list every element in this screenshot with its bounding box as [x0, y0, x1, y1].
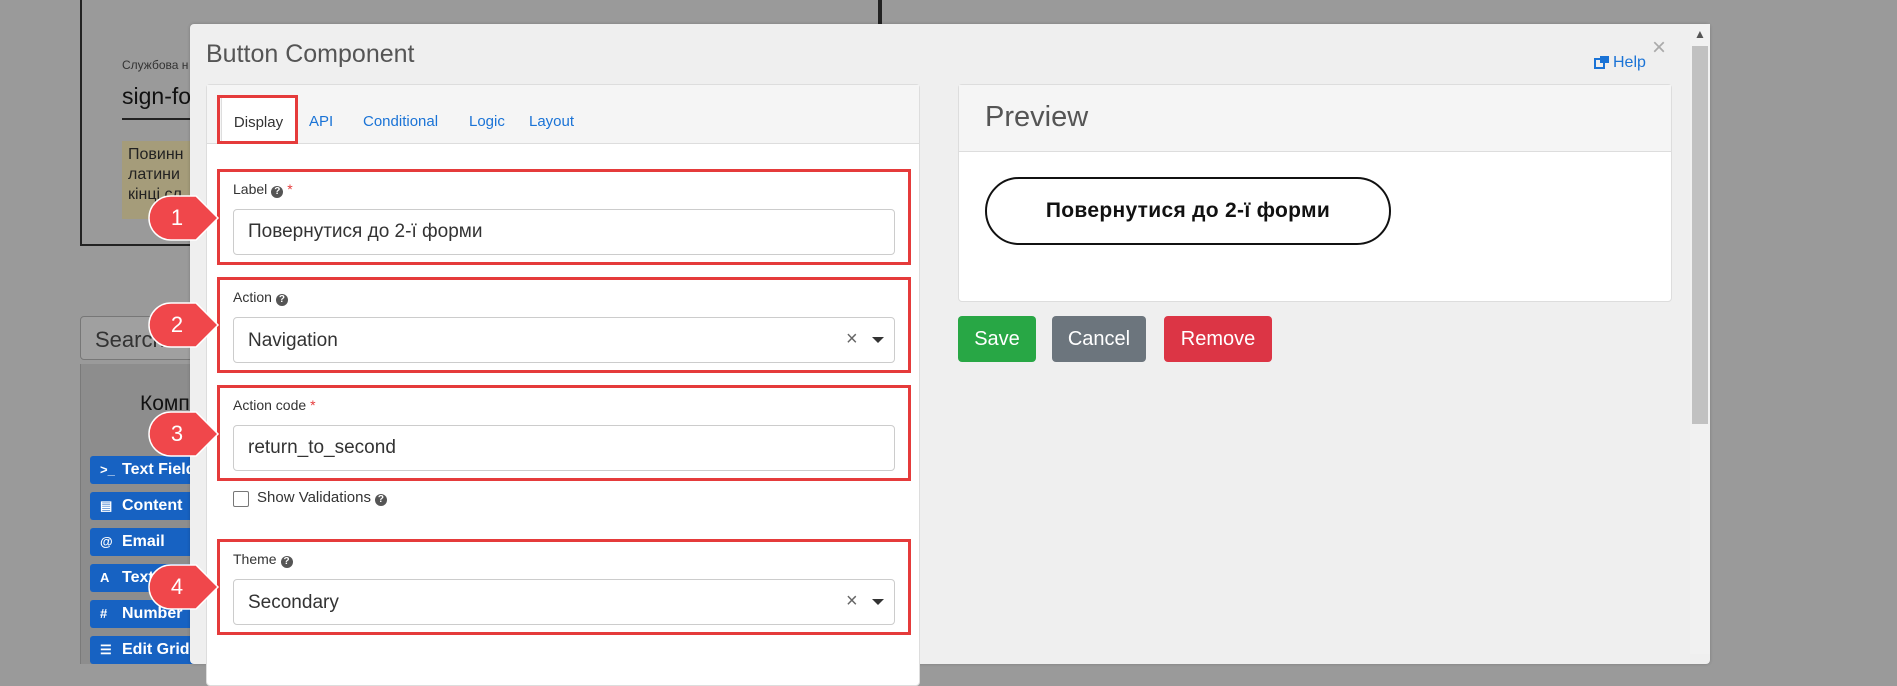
at-icon: @ [100, 534, 113, 549]
tab-conditional[interactable]: Conditional [363, 113, 438, 130]
caret-down-icon[interactable] [872, 337, 884, 343]
action-select[interactable]: Navigation × [233, 317, 895, 363]
clear-icon[interactable]: × [846, 328, 858, 351]
tab-layout[interactable]: Layout [529, 113, 574, 130]
font-icon: A [100, 570, 110, 585]
background-service-label: Службова н [122, 58, 189, 72]
callout-marker-3: 3 [146, 409, 226, 459]
tab-api[interactable]: API [309, 113, 333, 130]
hash-icon: # [100, 606, 108, 621]
html5-icon: ▤ [100, 498, 113, 513]
background-form-name: sign-fo [122, 83, 192, 109]
preview-panel: Preview Повернутися до 2-ї форми [958, 84, 1672, 302]
scrollbar-thumb[interactable] [1692, 46, 1708, 424]
tab-display[interactable]: Display [221, 97, 296, 143]
tabs-bar: Display API Conditional Logic Layout [207, 85, 919, 144]
question-icon[interactable]: ? [374, 494, 387, 506]
button-component-modal: Button Component × Help Display API Cond… [190, 24, 1710, 686]
theme-select-value: Secondary [248, 592, 339, 613]
required-marker: * [310, 397, 316, 413]
tab-logic[interactable]: Logic [469, 113, 505, 130]
external-link-icon [1594, 56, 1609, 69]
background-divider [878, 0, 880, 26]
callout-marker-2: 2 [146, 300, 226, 350]
action-select-value: Navigation [248, 330, 338, 351]
modal-title: Button Component [206, 40, 415, 68]
edit-panel: Display API Conditional Logic Layout Lab… [206, 84, 920, 686]
show-validations-checkbox[interactable] [233, 491, 249, 507]
question-icon[interactable]: ? [275, 294, 288, 306]
background-component-content: ▤ Content [90, 492, 200, 520]
list-icon: ☰ [100, 642, 112, 657]
action-field-label: Action? [233, 289, 288, 306]
background-component-text-field: >_ Text Field [90, 456, 200, 484]
question-icon[interactable]: ? [271, 186, 284, 198]
label-field-label: Label? * [233, 181, 293, 198]
callout-marker-4: 4 [146, 562, 226, 612]
background-right-area [1710, 26, 1897, 654]
caret-down-icon[interactable] [872, 599, 884, 605]
background-component-edit-grid: ☰ Edit Grid [90, 636, 200, 664]
clear-icon[interactable]: × [846, 590, 858, 613]
remove-button[interactable]: Remove [1164, 316, 1272, 362]
action-code-input[interactable] [233, 425, 895, 471]
action-code-field-label: Action code * [233, 397, 316, 413]
preview-button[interactable]: Повернутися до 2-ї форми [985, 177, 1391, 245]
label-input[interactable] [233, 209, 895, 255]
callout-marker-1: 1 [146, 193, 226, 243]
theme-field-label: Theme? [233, 551, 293, 568]
theme-select[interactable]: Secondary × [233, 579, 895, 625]
cancel-button[interactable]: Cancel [1052, 316, 1146, 362]
help-link[interactable]: Help [1594, 54, 1646, 72]
save-button[interactable]: Save [958, 316, 1036, 362]
show-validations-label: Show Validations? [257, 489, 387, 506]
scroll-up-icon[interactable]: ▲ [1694, 27, 1706, 41]
preview-title: Preview [985, 101, 1089, 133]
preview-header: Preview [959, 85, 1671, 152]
question-icon[interactable]: ? [280, 556, 293, 568]
background-component-email: @ Email [90, 528, 200, 556]
close-icon[interactable]: × [1652, 34, 1666, 62]
terminal-icon: >_ [100, 462, 115, 477]
required-marker: * [287, 181, 293, 197]
